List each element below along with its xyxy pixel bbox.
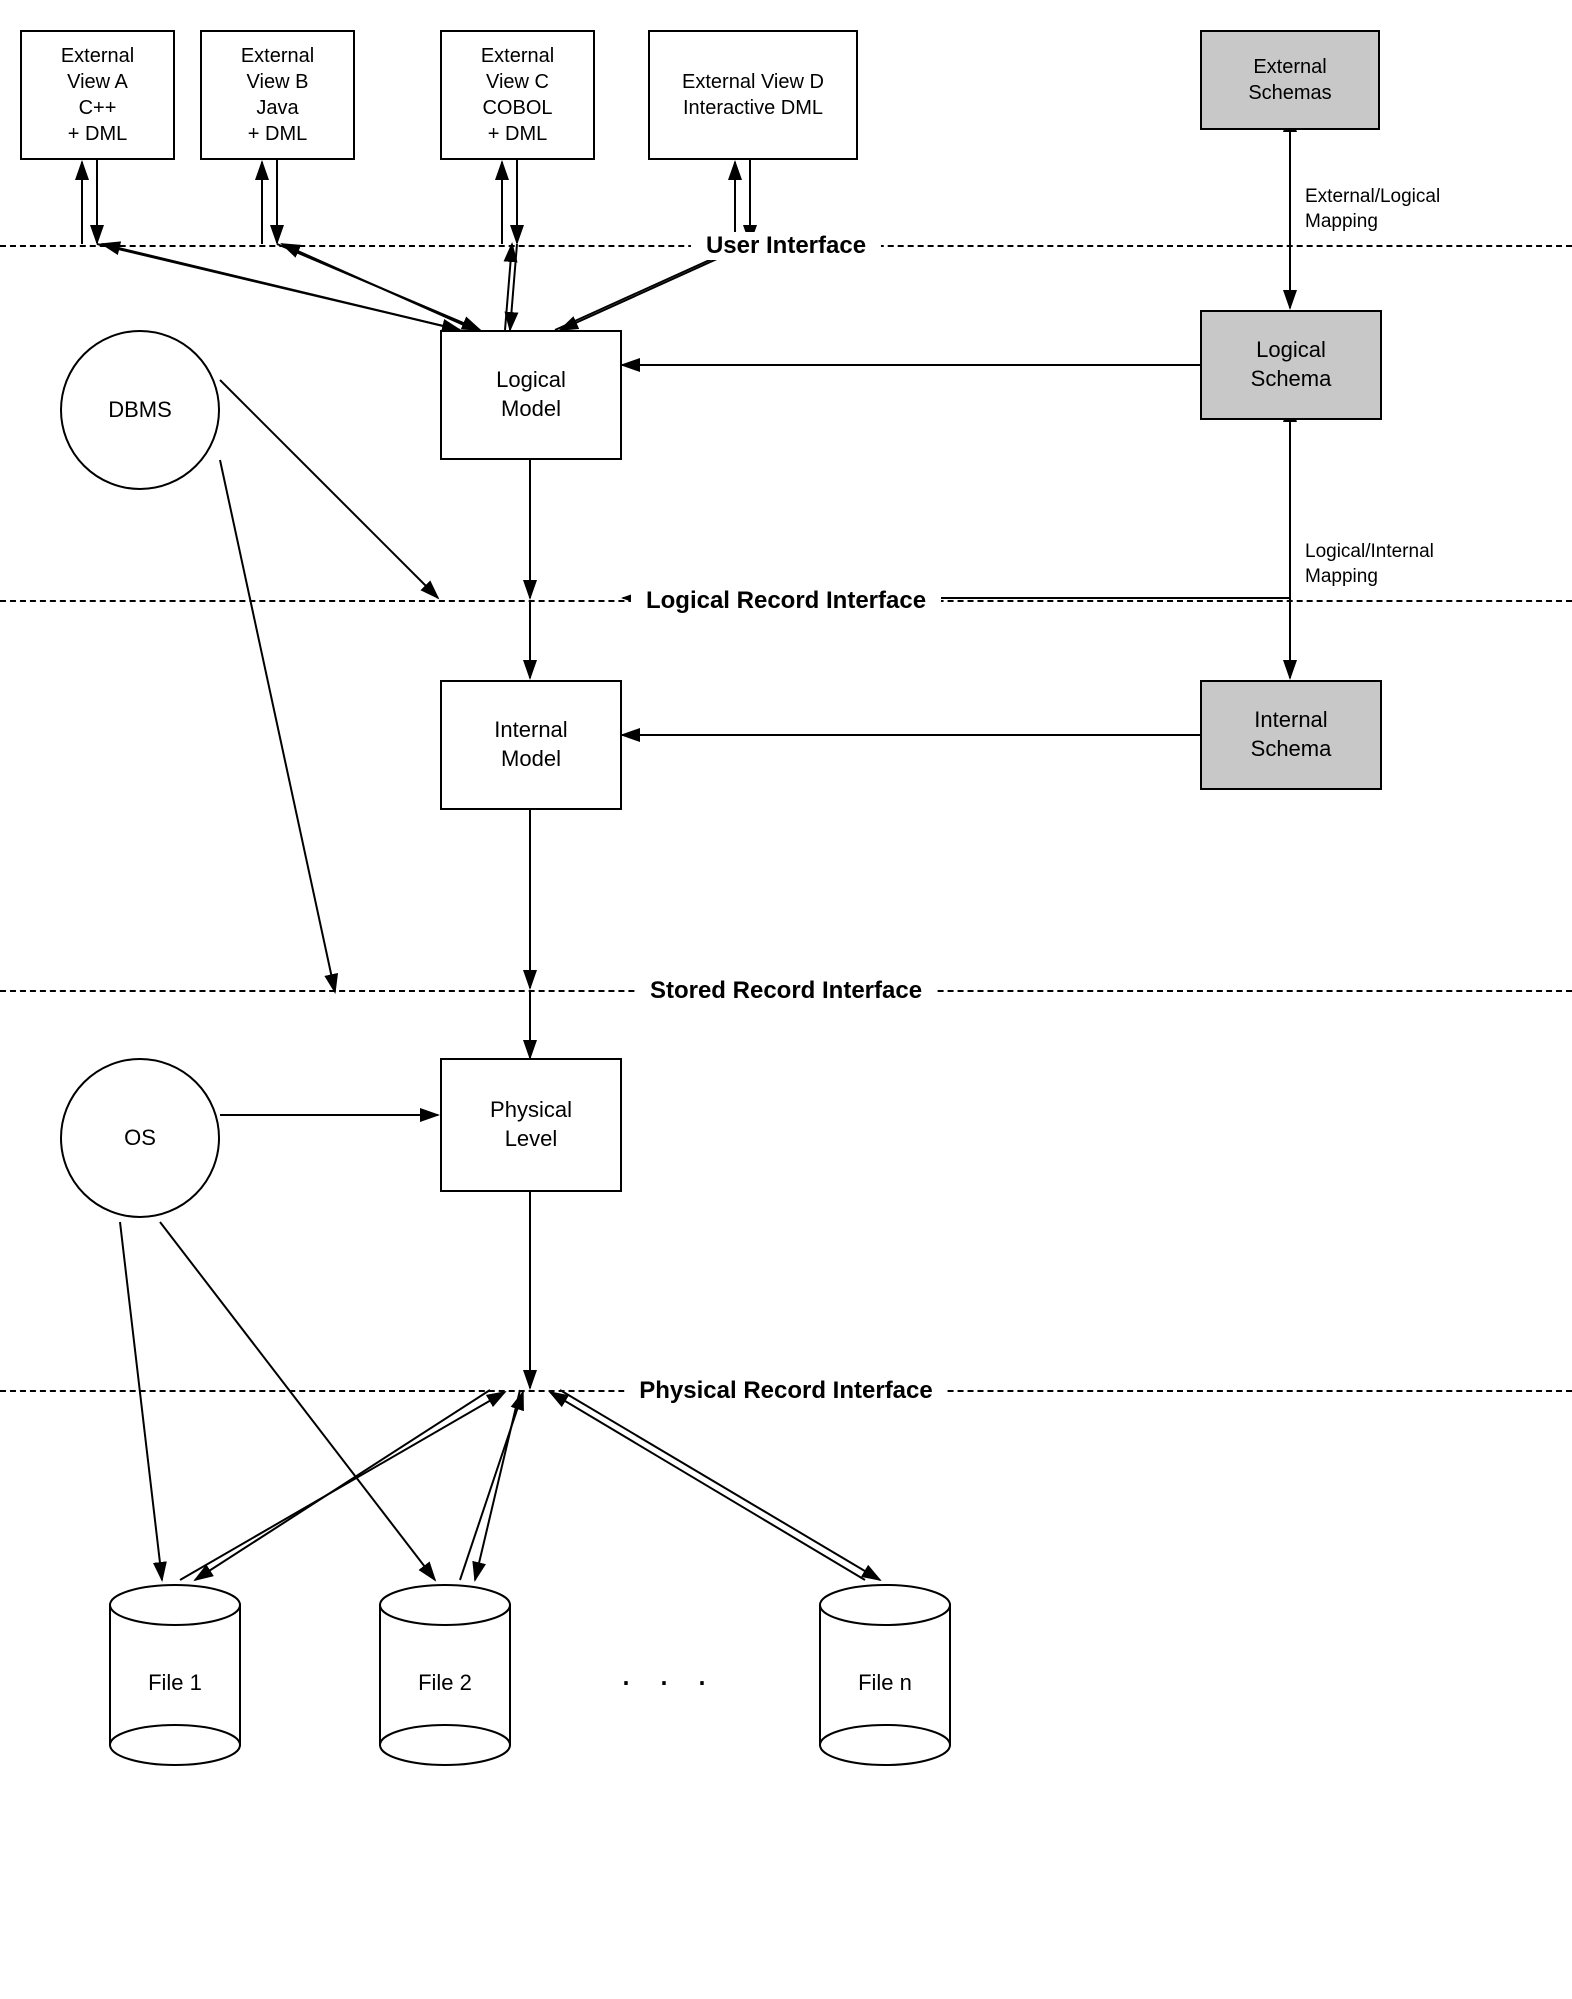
- dbms-circle: DBMS: [60, 330, 220, 490]
- user-interface-label: User Interface: [691, 232, 881, 260]
- external-schemas-box: External Schemas: [1200, 30, 1380, 130]
- logical-internal-mapping-label: Logical/Internal Mapping: [1305, 540, 1434, 589]
- ext-logical-mapping-label: External/Logical Mapping: [1305, 185, 1440, 234]
- file2-cylinder: File 2: [370, 1575, 520, 1775]
- physical-record-interface-label: Physical Record Interface: [624, 1377, 947, 1405]
- external-view-a-box: External View A C++ + DML: [20, 30, 175, 160]
- internal-model-box: Internal Model: [440, 680, 622, 810]
- logical-model-label: Logical Model: [496, 366, 566, 423]
- external-view-d-box: External View D Interactive DML: [648, 30, 858, 160]
- diagram-container: External View A C++ + DML External View …: [0, 0, 1572, 1999]
- external-view-c-box: External View C COBOL + DML: [440, 30, 595, 160]
- dots-label: · · ·: [620, 1660, 716, 1702]
- internal-model-label: Internal Model: [494, 716, 567, 773]
- external-view-d-label: External View D Interactive DML: [682, 69, 824, 121]
- logical-record-interface-label: Logical Record Interface: [631, 587, 941, 615]
- os-circle: OS: [60, 1058, 220, 1218]
- external-view-b-box: External View B Java + DML: [200, 30, 355, 160]
- logical-schema-label: Logical Schema: [1251, 336, 1332, 393]
- logical-model-box: Logical Model: [440, 330, 622, 460]
- internal-schema-label: Internal Schema: [1251, 706, 1332, 763]
- file1-cylinder: File 1: [100, 1575, 250, 1775]
- external-schemas-label: External Schemas: [1248, 54, 1331, 106]
- external-view-a-label: External View A C++ + DML: [61, 43, 134, 147]
- svg-text:File 2: File 2: [418, 1670, 472, 1695]
- external-view-b-label: External View B Java + DML: [241, 43, 314, 147]
- internal-schema-box: Internal Schema: [1200, 680, 1382, 790]
- os-label: OS: [124, 1125, 156, 1151]
- dbms-label: DBMS: [108, 397, 172, 423]
- logical-schema-box: Logical Schema: [1200, 310, 1382, 420]
- physical-level-box: Physical Level: [440, 1058, 622, 1192]
- svg-text:File 1: File 1: [148, 1670, 202, 1695]
- physical-level-label: Physical Level: [490, 1096, 572, 1153]
- external-view-c-label: External View C COBOL + DML: [481, 43, 554, 147]
- stored-record-interface-label: Stored Record Interface: [635, 977, 937, 1005]
- filen-cylinder: File n: [810, 1575, 960, 1775]
- svg-text:File n: File n: [858, 1670, 912, 1695]
